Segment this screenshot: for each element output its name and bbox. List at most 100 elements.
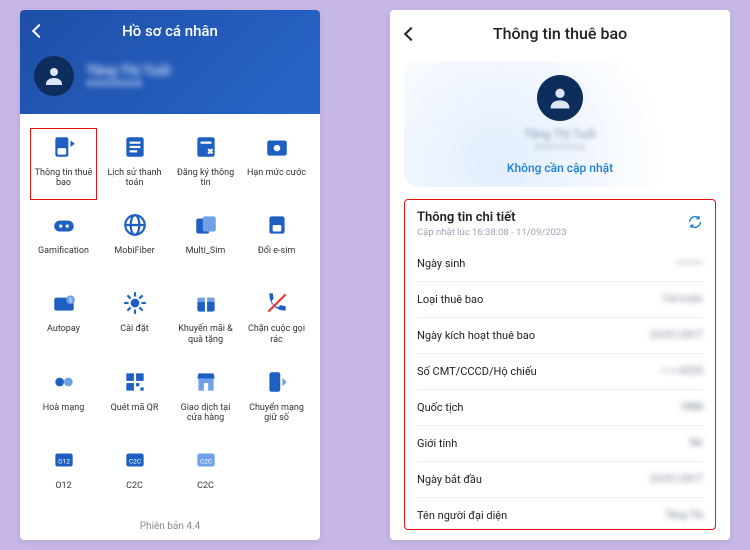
tile-label: Hạn mức cước xyxy=(247,168,306,190)
svg-text:C2C: C2C xyxy=(128,457,140,465)
c2c-b-icon: C2C xyxy=(191,445,221,475)
feature-tile[interactable]: Hạn mức cước xyxy=(243,128,310,200)
tile-label: Thông tin thuê bao xyxy=(30,168,97,190)
detail-label: Loại thuê bao xyxy=(417,293,483,306)
feature-tile[interactable]: Chặn cuộc gọi rác xyxy=(243,284,310,356)
tile-label: O12 xyxy=(55,481,71,503)
store-txn-icon xyxy=(191,367,221,397)
tile-label: C2C xyxy=(126,481,143,503)
profile-name: Tăng Thị Tuổi xyxy=(86,63,170,79)
svg-text:O12: O12 xyxy=(58,457,70,465)
profile-phone: 0900000000 xyxy=(86,79,170,90)
tile-label: Autopay xyxy=(47,324,80,346)
avatar xyxy=(34,56,74,96)
detail-value: Nữ xyxy=(690,438,703,449)
promo-icon xyxy=(191,288,221,318)
detail-row: Loại thuê bao Trả trước xyxy=(417,282,703,318)
profile-header: Hồ sơ cá nhân Tăng Thị Tuổi 0900000000 xyxy=(20,10,320,114)
tile-label: Multi_Sim xyxy=(186,246,226,268)
feature-grid: Thông tin thuê baoLịch sử thanh toánĐăng… xyxy=(20,114,320,517)
feature-tile[interactable]: Quét mã QR xyxy=(101,363,168,435)
autopay-icon: $ xyxy=(49,288,79,318)
detail-timestamp: Cập nhật lúc 16:38:08 - 11/09/2023 xyxy=(417,227,687,238)
detail-label: Ngày kích hoạt thuê bao xyxy=(417,329,535,342)
detail-row: Ngày sinh•••••••• xyxy=(417,246,703,282)
tile-label: Khuyến mãi & quà tặng xyxy=(172,324,239,346)
feature-tile[interactable]: Đăng ký thông tin xyxy=(172,128,239,200)
detail-section: Thông tin chi tiết Cập nhật lúc 16:38:08… xyxy=(404,199,716,530)
card-phone: 0900000000 xyxy=(535,143,586,153)
settings-icon xyxy=(120,288,150,318)
tile-label: Gamification xyxy=(38,246,89,268)
svg-text:$: $ xyxy=(68,297,71,304)
app-version: Phiên bản 4.4 xyxy=(20,517,320,540)
tile-label: MobiFiber xyxy=(114,246,154,268)
subscriber-card: Tăng Thị Tuổi 0900000000 Không cần cập n… xyxy=(404,61,716,187)
multi-sim-icon xyxy=(191,210,221,240)
subscriber-info-screen: Thông tin thuê bao Tăng Thị Tuổi 0900000… xyxy=(390,10,730,540)
feature-tile[interactable]: MobiFiber xyxy=(101,206,168,278)
header-title: Hồ sơ cá nhân xyxy=(44,22,296,40)
feature-tile[interactable]: Đổi e-sim xyxy=(243,206,310,278)
detail-row: Tên người đại diện Tăng Thị xyxy=(417,498,703,530)
tile-label: Giao dịch tại cửa hàng xyxy=(172,403,239,425)
feature-tile[interactable]: C2C C2C xyxy=(101,441,168,513)
feature-tile[interactable]: O12 O12 xyxy=(30,441,97,513)
blank-icon xyxy=(262,445,292,475)
feature-tile[interactable]: Hoà mạng xyxy=(30,363,97,435)
profile-screen: Hồ sơ cá nhân Tăng Thị Tuổi 0900000000 T… xyxy=(20,10,320,540)
update-status: Không cần cập nhật xyxy=(507,161,613,175)
c2c-a-icon: C2C xyxy=(120,445,150,475)
detail-label: Tên người đại diện xyxy=(417,509,507,522)
game-icon xyxy=(49,210,79,240)
spam-call-icon xyxy=(262,288,292,318)
detail-value: VNM xyxy=(681,402,703,413)
feature-tile[interactable]: Khuyến mãi & quà tặng xyxy=(172,284,239,356)
detail-label: Giới tính xyxy=(417,437,457,450)
qr-icon xyxy=(120,367,150,397)
detail-row: Giới tính Nữ xyxy=(417,426,703,462)
feature-tile[interactable]: Gamification xyxy=(30,206,97,278)
tile-label: Quét mã QR xyxy=(111,403,159,425)
detail-label: Quốc tịch xyxy=(417,401,463,414)
header-title: Thông tin thuê bao xyxy=(416,24,704,43)
sim-info-icon xyxy=(49,132,79,162)
detail-label: Ngày bắt đầu xyxy=(417,473,482,486)
tile-label: C2C xyxy=(197,481,214,503)
detail-title: Thông tin chi tiết xyxy=(417,210,687,225)
feature-tile[interactable]: Chuyển mạng giữ số xyxy=(243,363,310,435)
detail-label: Số CMT/CCCD/Hộ chiếu xyxy=(417,365,537,378)
tile-label: Đăng ký thông tin xyxy=(172,168,239,190)
feature-tile[interactable] xyxy=(243,441,310,513)
detail-row: Số CMT/CCCD/Hộ chiếu ••••••0235 xyxy=(417,354,703,390)
svg-text:C2C: C2C xyxy=(199,457,211,465)
feature-tile[interactable]: Lịch sử thanh toán xyxy=(101,128,168,200)
detail-row: Ngày bắt đầu23/01/2017 xyxy=(417,462,703,498)
avatar xyxy=(537,75,583,121)
esim-icon xyxy=(262,210,292,240)
feature-tile[interactable]: Thông tin thuê bao xyxy=(30,128,97,200)
tile-label: Chặn cuộc gọi rác xyxy=(243,324,310,346)
feature-tile[interactable]: $ Autopay xyxy=(30,284,97,356)
detail-label: Ngày sinh xyxy=(417,257,465,270)
network-join-icon xyxy=(49,367,79,397)
tile-label: Chuyển mạng giữ số xyxy=(243,403,310,425)
feature-tile[interactable]: C2C C2C xyxy=(172,441,239,513)
globe-icon xyxy=(120,210,150,240)
tile-label: Đổi e-sim xyxy=(258,246,296,268)
tile-label: Lịch sử thanh toán xyxy=(101,168,168,190)
mnp-icon xyxy=(262,367,292,397)
register-icon xyxy=(191,132,221,162)
detail-value: Tăng Thị xyxy=(665,510,703,521)
detail-value: Trả trước xyxy=(662,294,703,305)
detail-value: 23/01/2017 xyxy=(650,330,703,341)
refresh-icon[interactable] xyxy=(687,214,703,234)
profile-user-row[interactable]: Tăng Thị Tuổi 0900000000 xyxy=(20,48,320,100)
feature-tile[interactable]: Cài đặt xyxy=(101,284,168,356)
limit-icon xyxy=(262,132,292,162)
feature-tile[interactable]: Multi_Sim xyxy=(172,206,239,278)
card-name: Tăng Thị Tuổi xyxy=(524,127,596,141)
tile-label: Hoà mạng xyxy=(43,403,85,425)
detail-value: ••••••0235 xyxy=(660,366,703,377)
feature-tile[interactable]: Giao dịch tại cửa hàng xyxy=(172,363,239,435)
